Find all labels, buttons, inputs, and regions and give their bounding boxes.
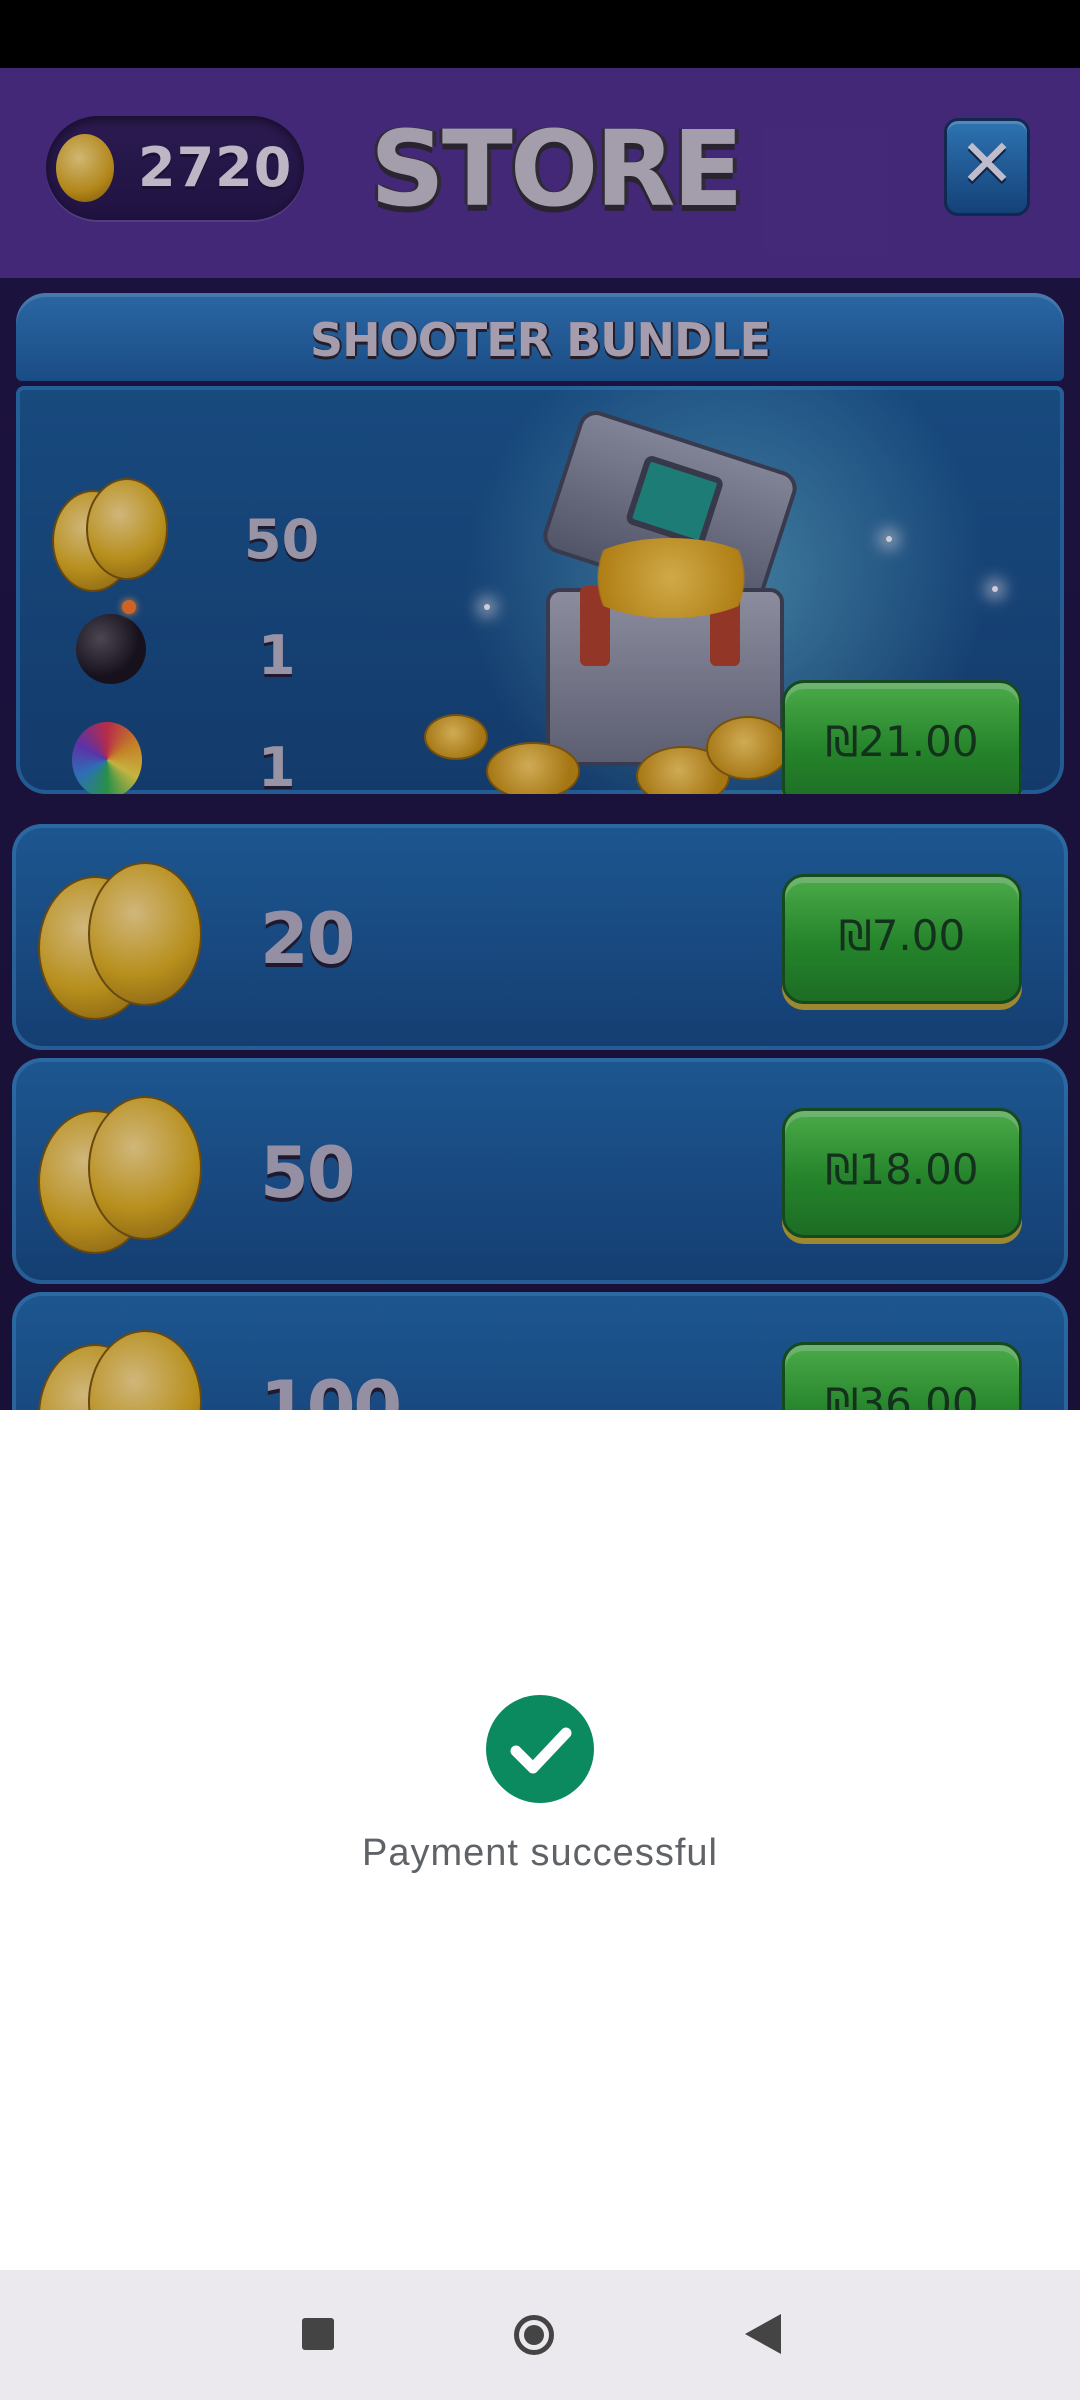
coin-stack-icon [38,862,202,1020]
pack-qty: 50 [260,1132,355,1214]
bundle-card: 50 1 1 ₪21.00 [16,386,1064,794]
home-icon[interactable] [514,2315,554,2355]
rainbow-ball-icon [72,722,142,794]
bundle-title: SHOOTER BUNDLE [310,313,771,367]
pack-buy-button[interactable]: ₪36.00 [782,1342,1022,1410]
back-icon[interactable] [745,2314,781,2354]
coin-icon [56,134,114,202]
pack-buy-button[interactable]: ₪18.00 [782,1108,1022,1238]
bundle-coins-qty: 50 [244,508,320,571]
pack-price: ₪18.00 [825,1145,979,1194]
bomb-icon [76,600,146,684]
game-store-screen: 2720 STORE ✕ SHOOTER BUNDLE 50 1 1 ₪21.0… [0,68,1080,1410]
bundle-ball-qty: 1 [258,736,296,794]
store-title: STORE [370,108,743,230]
bundle-header: SHOOTER BUNDLE [16,293,1064,381]
coin-pile [706,716,790,780]
treasure-chest-icon [536,406,806,766]
coin-pack-row: 50 ₪18.00 [12,1058,1068,1284]
pack-buy-button[interactable]: ₪7.00 [782,874,1022,1004]
checkmark-icon [486,1695,594,1803]
sparkle [886,536,892,542]
coin-pile [486,742,580,794]
coin-stack-icon [38,1330,202,1410]
sparkle [992,586,998,592]
coin-pile [424,714,488,760]
close-icon: ✕ [959,125,1015,202]
store-header: 2720 STORE ✕ [0,68,1080,278]
payment-result-sheet: Payment successful [0,1410,1080,2270]
pack-price: ₪36.00 [825,1379,979,1410]
bundle-bomb-qty: 1 [258,624,296,687]
coin-stack-icon [52,478,168,592]
close-button[interactable]: ✕ [944,118,1030,216]
bundle-buy-button[interactable]: ₪21.00 [782,680,1022,794]
pack-price: ₪7.00 [838,911,966,960]
system-nav-bar [0,2270,1080,2400]
bundle-price: ₪21.00 [825,717,979,766]
coin-balance-pill: 2720 [46,116,304,220]
sparkle [484,604,490,610]
coin-balance: 2720 [138,136,293,199]
pack-qty: 20 [260,898,355,980]
coin-stack-icon [38,1096,202,1254]
payment-status-text: Payment successful [362,1832,718,1874]
coin-pack-row: 100 ₪36.00 [12,1292,1068,1410]
recents-icon[interactable] [302,2318,334,2350]
pack-qty: 100 [260,1366,402,1410]
coin-pack-row: 20 ₪7.00 [12,824,1068,1050]
status-bar [0,0,1080,68]
